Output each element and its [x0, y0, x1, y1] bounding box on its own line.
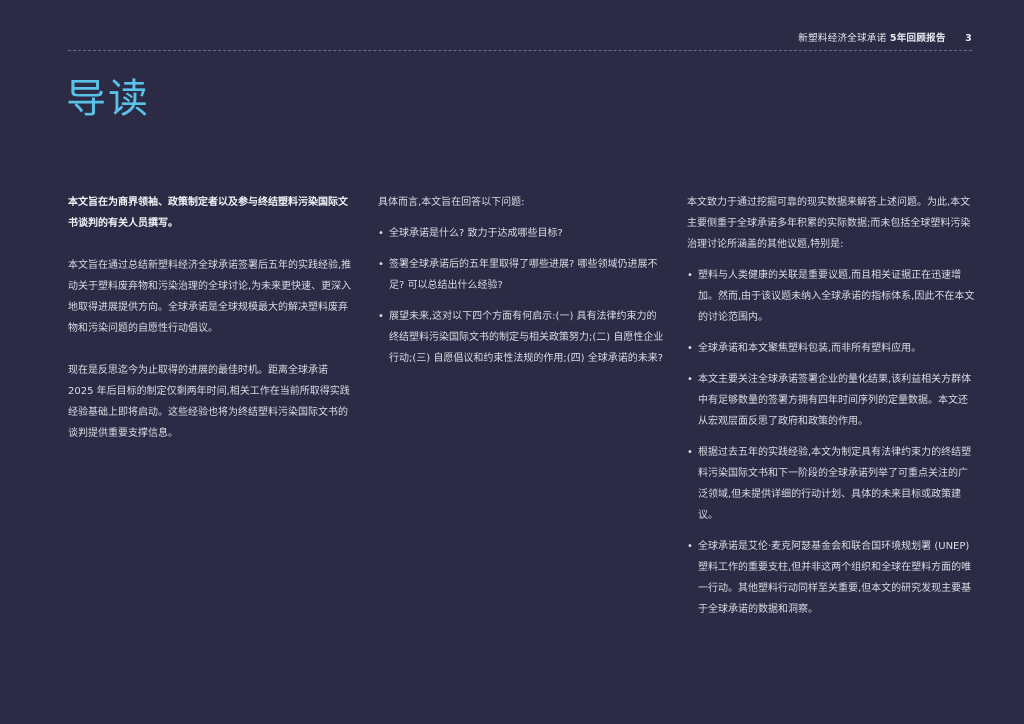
list-item: 签署全球承诺后的五年里取得了哪些进展? 哪些领域仍进展不足? 可以总结出什么经验…	[378, 254, 666, 296]
doc-subtitle: 5年回顾报告	[889, 33, 946, 44]
list-item: 全球承诺和本文聚焦塑料包装,而非所有塑料应用。	[687, 338, 975, 359]
list-item: 展望未来,这对以下四个方面有何启示:(一) 具有法律约束力的终结塑料污染国际文书…	[378, 306, 666, 369]
scope-list: 塑料与人类健康的关联是重要议题,而且相关证据正在迅速增加。然而,由于该议题未纳入…	[687, 265, 975, 620]
column-right: 本文致力于通过挖掘可靠的现实数据来解答上述问题。为此,本文主要侧重于全球承诺多年…	[687, 192, 975, 630]
column-middle: 具体而言,本文旨在回答以下问题: 全球承诺是什么? 致力于达成哪些目标? 签署全…	[378, 192, 666, 379]
page-header: 新塑料经济全球承诺 5年回顾报告 3	[68, 30, 972, 50]
page-title: 导读	[66, 76, 150, 122]
list-item: 全球承诺是艾伦·麦克阿瑟基金会和联合国环境规划署 (UNEP) 塑料工作的重要支…	[687, 536, 975, 620]
list-item: 塑料与人类健康的关联是重要议题,而且相关证据正在迅速增加。然而,由于该议题未纳入…	[687, 265, 975, 328]
list-item: 全球承诺是什么? 致力于达成哪些目标?	[378, 223, 666, 244]
question-list: 全球承诺是什么? 致力于达成哪些目标? 签署全球承诺后的五年里取得了哪些进展? …	[378, 223, 666, 369]
list-item: 根据过去五年的实践经验,本文为制定具有法律约束力的终结塑料污染国际文书和下一阶段…	[687, 442, 975, 526]
header-divider	[68, 50, 972, 51]
intro-paragraph: 具体而言,本文旨在回答以下问题:	[378, 197, 525, 208]
lead-paragraph: 本文旨在为商界领袖、政策制定者以及参与终结塑料污染国际文书谈判的有关人员撰写。	[68, 197, 348, 229]
column-left: 本文旨在为商界领袖、政策制定者以及参与终结塑料污染国际文书谈判的有关人员撰写。 …	[68, 192, 356, 465]
paragraph: 本文旨在通过总结新塑料经济全球承诺签署后五年的实践经验,推动关于塑料废弃物和污染…	[68, 260, 352, 334]
page-number: 3	[965, 33, 972, 44]
intro-paragraph: 本文致力于通过挖掘可靠的现实数据来解答上述问题。为此,本文主要侧重于全球承诺多年…	[687, 197, 971, 250]
doc-title: 新塑料经济全球承诺	[798, 33, 887, 44]
list-item: 本文主要关注全球承诺签署企业的量化结果,该利益相关方群体中有足够数量的签署方拥有…	[687, 369, 975, 432]
paragraph: 现在是反思迄今为止取得的进展的最佳时机。距离全球承诺 2025 年后目标的制定仅…	[68, 365, 350, 439]
